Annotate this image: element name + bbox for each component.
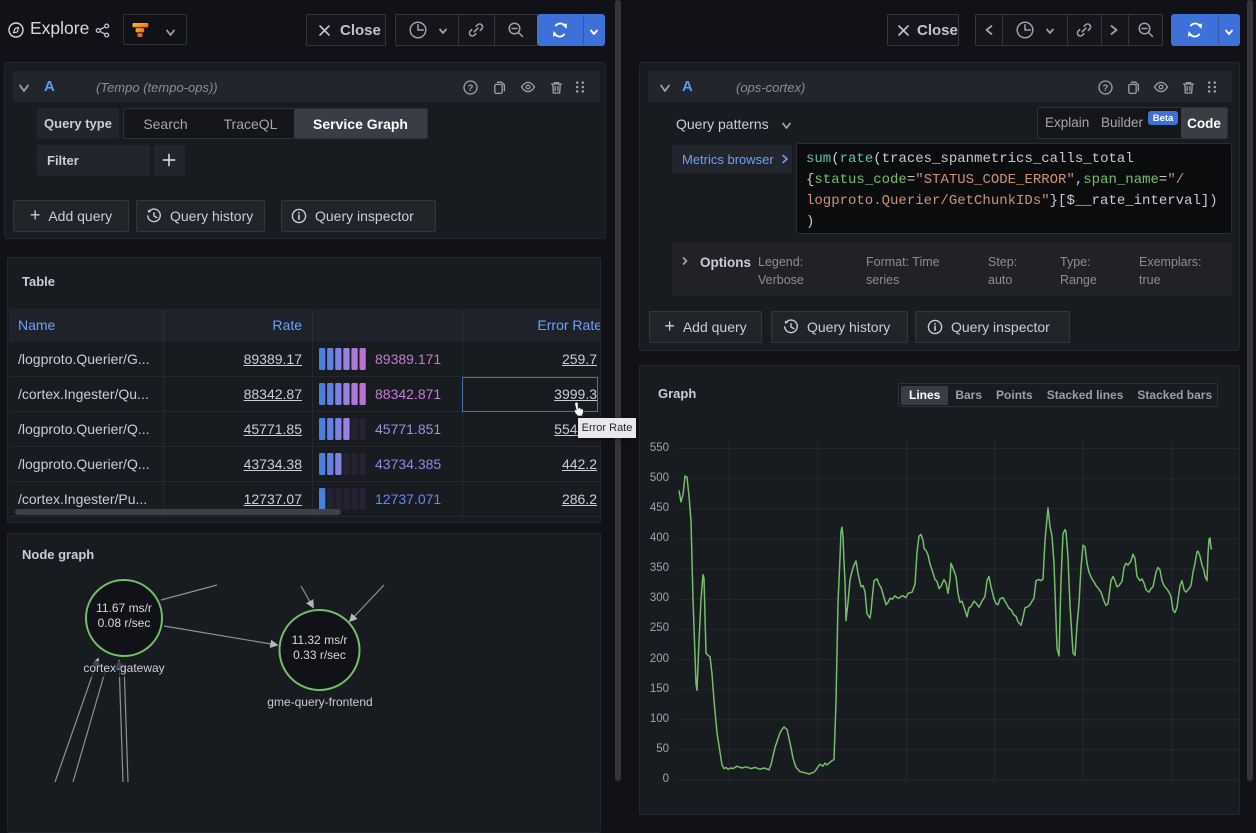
svg-text:0.33 r/sec: 0.33 r/sec xyxy=(293,648,346,662)
svg-text:11.32 ms/r: 11.32 ms/r xyxy=(292,633,348,647)
svg-text:?: ? xyxy=(1103,83,1109,94)
svg-text:gme-query-frontend: gme-query-frontend xyxy=(267,695,372,709)
svg-text:0.08 r/sec: 0.08 r/sec xyxy=(98,616,151,630)
svg-text:11.67 ms/r: 11.67 ms/r xyxy=(96,601,152,615)
svg-text:cortex-gateway: cortex-gateway xyxy=(83,661,164,675)
svg-text:?: ? xyxy=(468,83,474,94)
